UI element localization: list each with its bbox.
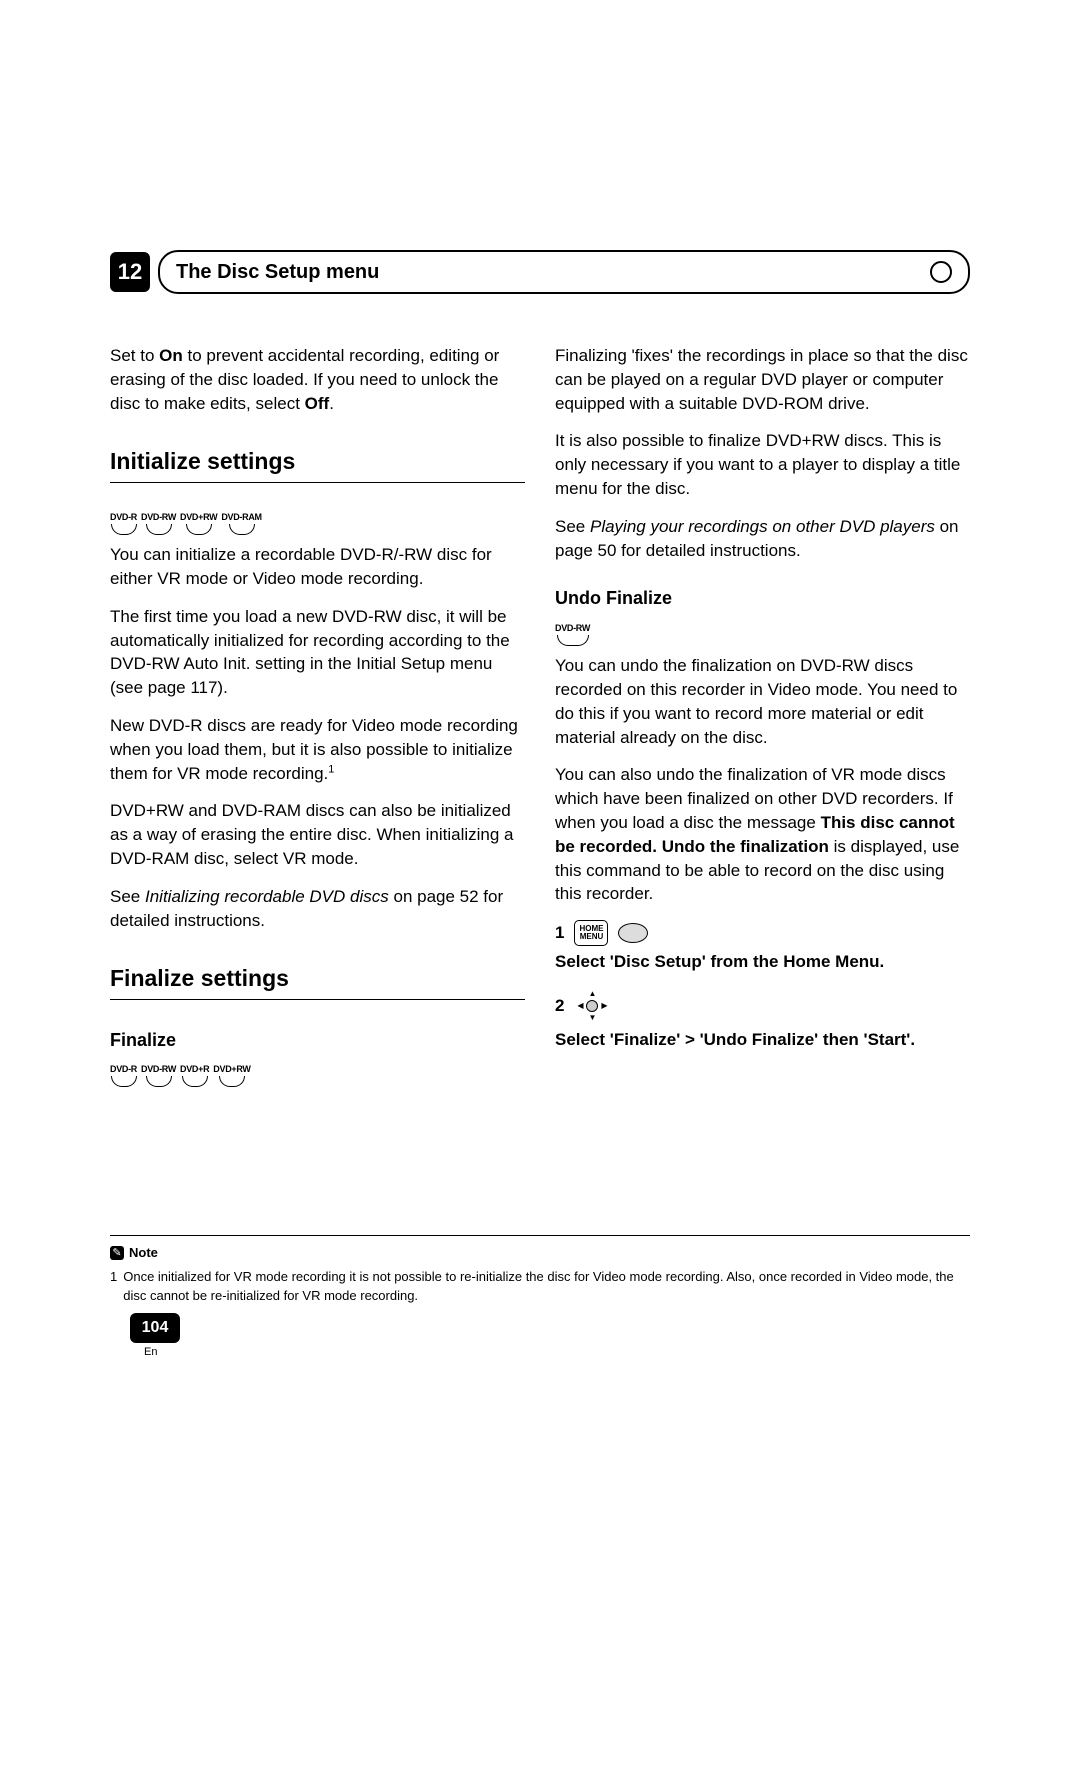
- footnote: 1 Once initialized for VR mode recording…: [110, 1268, 970, 1304]
- remote-button-icon: [618, 923, 648, 943]
- disc-icon: DVD+RW: [180, 511, 217, 530]
- step-1-text: Select 'Disc Setup' from the Home Menu.: [555, 950, 970, 974]
- body-text: You can also undo the finalization of VR…: [555, 763, 970, 906]
- cross-reference: Playing your recordings on other DVD pla…: [590, 517, 935, 536]
- footnote-ref: 1: [328, 763, 334, 775]
- footnote-text: Once initialized for VR mode recording i…: [123, 1268, 970, 1304]
- body-text: See Playing your recordings on other DVD…: [555, 515, 970, 563]
- disc-type-icons: DVD-RW: [555, 622, 970, 641]
- text: New DVD-R discs are ready for Video mode…: [110, 716, 518, 783]
- finalize-heading: Finalize settings: [110, 962, 525, 994]
- disc-icon: DVD+R: [180, 1063, 209, 1082]
- disc-icon: DVD-R: [110, 1063, 137, 1082]
- footnote-number: 1: [110, 1268, 117, 1304]
- finalize-subheading: Finalize: [110, 1028, 525, 1053]
- note-icon: ✎: [110, 1246, 124, 1260]
- body-text: The first time you load a new DVD-RW dis…: [110, 605, 525, 700]
- undo-finalize-heading: Undo Finalize: [555, 586, 970, 611]
- disc-type-icons: DVD-R DVD-RW DVD+RW DVD-RAM: [110, 511, 525, 530]
- dpad-icon: ▲ ◀▶ ▼: [574, 988, 610, 1024]
- disc-icon: DVD-RW: [141, 1063, 176, 1082]
- language-label: En: [144, 1345, 157, 1360]
- body-text: You can initialize a recordable DVD-R/-R…: [110, 543, 525, 591]
- page-number: 104: [130, 1313, 180, 1343]
- body-text: See Initializing recordable DVD discs on…: [110, 885, 525, 933]
- note-label: Note: [129, 1244, 158, 1262]
- note-row: ✎ Note: [110, 1244, 970, 1262]
- heading-rule: [110, 482, 525, 483]
- step-1: 1 HOME MENU: [555, 920, 970, 946]
- left-column: Set to On to prevent accidental recordin…: [110, 344, 525, 1095]
- heading-rule: [110, 999, 525, 1000]
- on-label: On: [159, 346, 183, 365]
- disc-icon: DVD-RW: [141, 511, 176, 530]
- disc-icon: DVD-R: [110, 511, 137, 530]
- chapter-number: 12: [110, 252, 150, 292]
- step-2: 2 ▲ ◀▶ ▼: [555, 988, 970, 1024]
- cross-reference: Initializing recordable DVD discs: [145, 887, 389, 906]
- step-number: 1: [555, 921, 564, 945]
- body-text: New DVD-R discs are ready for Video mode…: [110, 714, 525, 785]
- step-number: 2: [555, 994, 564, 1018]
- right-column: Finalizing 'fixes' the recordings in pla…: [555, 344, 970, 1095]
- chapter-title: The Disc Setup menu: [176, 261, 379, 283]
- step-2-text: Select 'Finalize' > 'Undo Finalize' then…: [555, 1028, 970, 1052]
- initialize-heading: Initialize settings: [110, 445, 525, 477]
- intro-paragraph: Set to On to prevent accidental recordin…: [110, 344, 525, 415]
- disc-icon: DVD-RW: [555, 622, 590, 641]
- home-menu-button-icon: HOME MENU: [574, 920, 608, 946]
- chapter-title-pill: The Disc Setup menu: [158, 250, 970, 294]
- text: See: [555, 517, 590, 536]
- disc-type-icons: DVD-R DVD-RW DVD+R DVD+RW: [110, 1063, 525, 1082]
- disc-icon: DVD-RAM: [221, 511, 261, 530]
- off-label: Off: [305, 394, 330, 413]
- body-text: DVD+RW and DVD-RAM discs can also be ini…: [110, 799, 525, 870]
- body-text: You can undo the finalization on DVD-RW …: [555, 654, 970, 749]
- text: Set to: [110, 346, 159, 365]
- footnote-separator: [110, 1235, 970, 1236]
- body-text: It is also possible to finalize DVD+RW d…: [555, 429, 970, 500]
- text: .: [329, 394, 334, 413]
- text: See: [110, 887, 145, 906]
- body-text: Finalizing 'fixes' the recordings in pla…: [555, 344, 970, 415]
- disc-icon: DVD+RW: [213, 1063, 250, 1082]
